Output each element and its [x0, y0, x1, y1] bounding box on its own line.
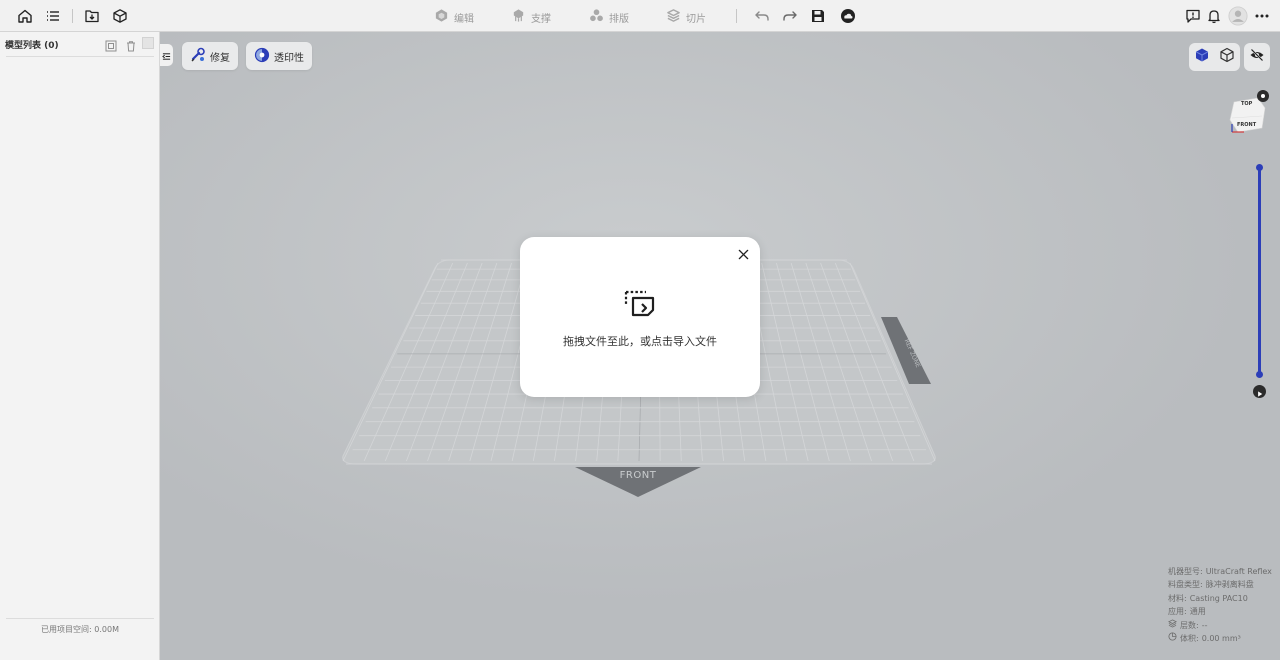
tab-layout-mode-label: 排版 — [609, 13, 629, 25]
reset-view-icon[interactable] — [1257, 90, 1269, 102]
machine-label: 机器型号: — [1168, 567, 1203, 576]
view-mode-toggle — [1189, 43, 1240, 71]
repair-label: 修复 — [210, 52, 230, 64]
select-all-icon[interactable] — [105, 37, 117, 52]
solid-cube-icon — [1194, 47, 1210, 67]
drag-drop-icon — [624, 290, 656, 318]
top-toolbar: 编辑 支撑 排版 切片 — [0, 0, 1280, 32]
layers-value: -- — [1201, 620, 1208, 630]
material-value: Casting PAC10 — [1189, 593, 1248, 603]
layers-row: 层数: -- — [1167, 619, 1272, 632]
collapse-panel-button[interactable] — [160, 44, 173, 66]
platform-front-label: FRONT — [619, 470, 657, 481]
divider — [6, 618, 154, 619]
model-list-title: 模型列表 (0) — [5, 41, 59, 51]
machine-row: 机器型号: UltraCraft Reflex — [1168, 565, 1272, 578]
play-layers-button[interactable] — [1253, 385, 1266, 398]
slice-mode-icon — [666, 8, 681, 26]
undo-icon[interactable] — [752, 6, 772, 26]
navcube-top-label: TOP — [1241, 101, 1253, 107]
bell-icon[interactable] — [1204, 6, 1224, 26]
transmittance-button[interactable]: 透印性 — [246, 42, 312, 70]
solid-view-button[interactable] — [1189, 43, 1214, 71]
tab-slice-mode-label: 切片 — [686, 13, 706, 25]
save-icon[interactable] — [808, 6, 828, 26]
repair-icon — [190, 47, 206, 66]
home-icon[interactable] — [15, 6, 35, 26]
feedback-icon[interactable] — [1183, 6, 1203, 26]
tab-support-mode[interactable]: 支撑 — [511, 8, 551, 26]
tab-edit-mode-label: 编辑 — [454, 13, 474, 25]
close-icon[interactable] — [736, 247, 750, 261]
tab-edit-mode[interactable]: 编辑 — [434, 8, 474, 26]
volume-value: 0.00 mm³ — [1201, 634, 1241, 644]
print-info-panel: 机器型号: UltraCraft Reflex 料盘类型: 脉冲剥离料盘 材料: Ca… — [1167, 565, 1272, 645]
layers-label: 层数: — [1180, 620, 1199, 630]
cloud-icon[interactable] — [838, 6, 858, 26]
support-mode-icon — [511, 8, 526, 26]
select-checkbox[interactable] — [142, 37, 154, 49]
drop-instruction-text: 拖拽文件至此，或点击导入文件 — [563, 335, 717, 348]
repair-button[interactable]: 修复 — [182, 42, 238, 70]
transmittance-label: 透印性 — [274, 52, 304, 64]
layer-slider-bottom-handle[interactable] — [1256, 371, 1263, 378]
volume-row: 体积: 0.00 mm³ — [1168, 632, 1272, 645]
model-cube-icon[interactable] — [110, 6, 130, 26]
visibility-toggle — [1244, 43, 1270, 71]
navcube-front-label: FRONT — [1237, 122, 1257, 128]
wireframe-view-button[interactable] — [1214, 43, 1239, 71]
more-icon[interactable] — [1252, 6, 1272, 26]
model-list-panel: 模型列表 (0) 已用项目空间: 0.00M — [0, 32, 160, 660]
volume-label: 体积: — [1180, 634, 1199, 644]
material-label: 材料: — [1168, 593, 1187, 603]
usage-label: 应用: — [1168, 607, 1187, 617]
volume-icon — [1168, 632, 1177, 645]
toolbar-divider — [736, 9, 737, 23]
redo-icon[interactable] — [780, 6, 800, 26]
tab-layout-mode[interactable]: 排版 — [589, 8, 629, 26]
collapse-icon — [162, 46, 171, 65]
layer-slider-track[interactable] — [1258, 167, 1261, 375]
tray-value: 脉冲剥离料盘 — [1205, 580, 1254, 590]
used-space-text: 已用项目空间: 0.00M — [41, 625, 119, 634]
list-icon[interactable] — [43, 6, 63, 26]
tray-row: 料盘类型: 脉冲剥离料盘 — [1168, 578, 1272, 591]
layout-mode-icon — [589, 8, 604, 26]
play-icon — [1257, 382, 1263, 401]
tab-slice-mode[interactable]: 切片 — [666, 8, 706, 26]
layer-slider-top-handle[interactable] — [1256, 164, 1263, 171]
divider — [6, 56, 154, 57]
avatar[interactable] — [1227, 5, 1249, 27]
navigation-cube[interactable]: TOP FRONT — [1228, 96, 1268, 136]
import-drop-dialog[interactable]: 拖拽文件至此，或点击导入文件 — [520, 237, 760, 397]
eye-off-icon — [1249, 47, 1265, 67]
wireframe-cube-icon — [1219, 47, 1235, 67]
transmittance-icon — [254, 47, 270, 66]
material-row: 材料: Casting PAC10 — [1168, 592, 1272, 605]
tray-label: 料盘类型: — [1168, 580, 1203, 590]
usage-row: 应用: 通用 — [1168, 605, 1272, 618]
machine-value: UltraCraft Reflex — [1205, 567, 1272, 576]
tab-support-mode-label: 支撑 — [531, 13, 551, 25]
toolbar-divider — [72, 9, 73, 23]
delete-icon[interactable] — [125, 37, 137, 52]
layers-icon — [1167, 619, 1178, 632]
edit-mode-icon — [434, 8, 449, 26]
import-icon[interactable] — [82, 6, 102, 26]
usage-value: 通用 — [1189, 607, 1206, 617]
hide-supports-button[interactable] — [1244, 43, 1269, 71]
